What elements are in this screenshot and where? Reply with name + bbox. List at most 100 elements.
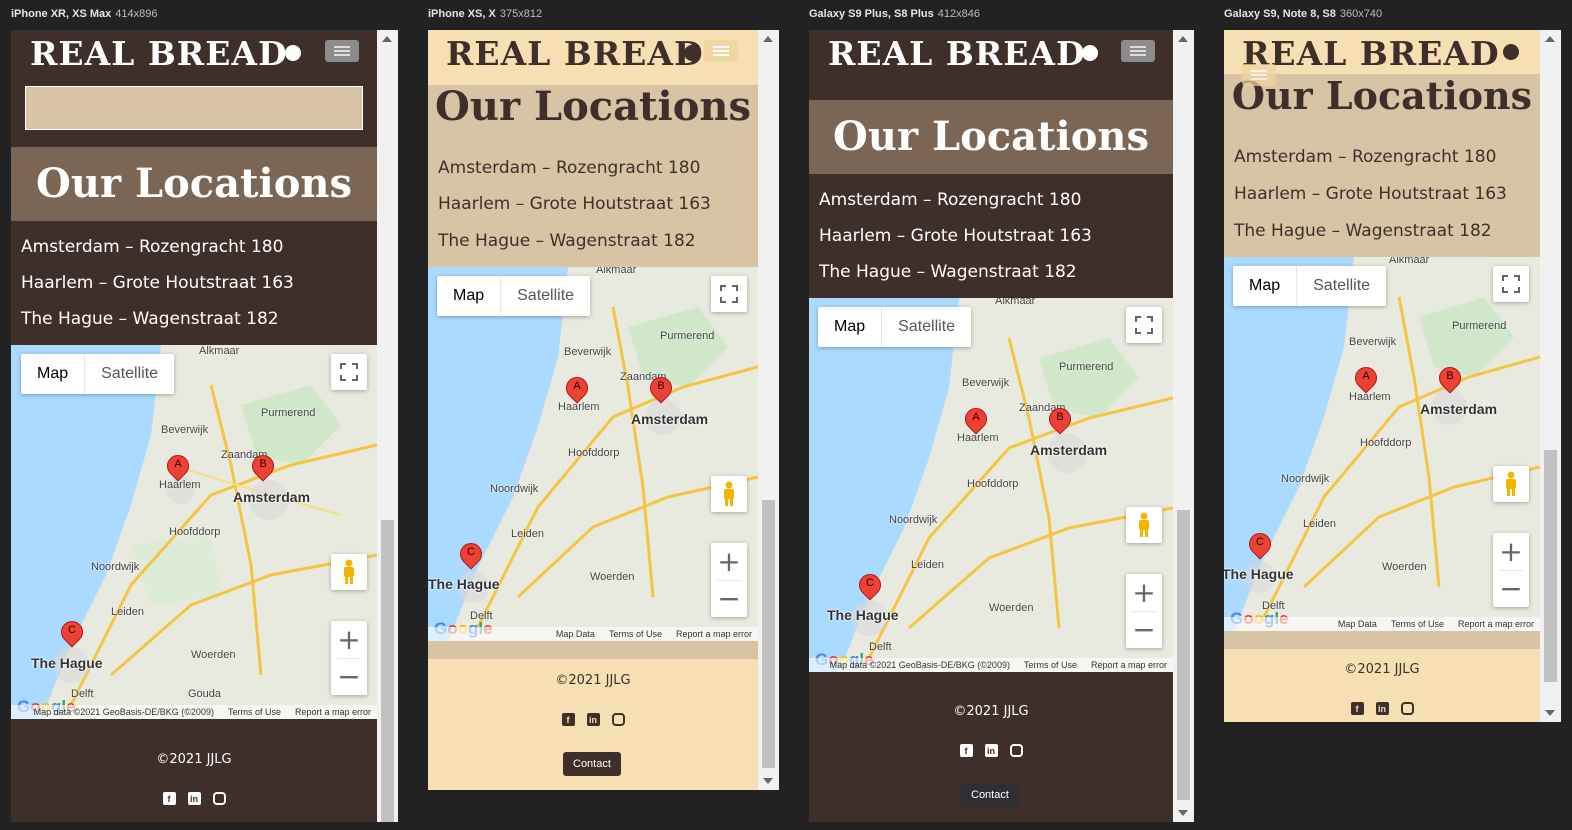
town-label: Purmerend: [1059, 361, 1114, 373]
locations-list: Amsterdam – Rozengracht 180 Haarlem – Gr…: [11, 221, 377, 345]
zoom-out-button[interactable]: −: [1126, 611, 1162, 648]
fullscreen-icon[interactable]: [1493, 266, 1529, 302]
google-map[interactable]: Alkmaar Purmerend Beverwijk Zaandam Amst…: [809, 298, 1173, 672]
town-label: Woerden: [1382, 561, 1427, 573]
terms-link[interactable]: Terms of Use: [228, 707, 281, 717]
scrollbar[interactable]: [758, 30, 779, 790]
theme-toggle-icon[interactable]: [1082, 45, 1098, 61]
zoom-control: + −: [1126, 574, 1162, 648]
map-marker-b[interactable]: B: [1044, 403, 1076, 440]
town-label: Leiden: [111, 606, 145, 618]
map-type-control: Map Satellite: [1233, 266, 1387, 306]
google-map[interactable]: Alkmaar Purmerend Beverwijk Zaandam Amst…: [428, 267, 758, 641]
google-map[interactable]: Alkmaar Purmerend Beverwijk Amsterdam Ha…: [1224, 257, 1540, 631]
location-item: The Hague – Wagenstraat 182: [1234, 221, 1492, 241]
locations-list: Amsterdam – Rozengracht 180 Haarlem – Gr…: [1224, 133, 1540, 257]
zoom-in-button[interactable]: +: [1126, 574, 1162, 611]
instagram-icon[interactable]: [1009, 744, 1023, 757]
contact-button[interactable]: Contact: [563, 752, 621, 776]
brand-logo[interactable]: REAL BREAD: [828, 34, 1086, 73]
map-marker-c[interactable]: C: [854, 569, 886, 606]
pegman-icon[interactable]: [1126, 507, 1162, 543]
town-label: Noordwijk: [1281, 473, 1330, 485]
report-error-link[interactable]: Report a map error: [295, 707, 371, 717]
map-marker-b[interactable]: B: [1434, 362, 1466, 399]
report-error-link[interactable]: Report a map error: [1458, 619, 1534, 629]
city-label: The Hague: [1224, 566, 1294, 582]
terms-link[interactable]: Terms of Use: [1391, 619, 1444, 629]
zoom-control: + −: [331, 621, 367, 695]
fullscreen-icon[interactable]: [331, 354, 367, 390]
linkedin-icon[interactable]: in: [1375, 702, 1389, 715]
pegman-icon[interactable]: [1493, 466, 1529, 502]
brand-logo[interactable]: REAL BREAD: [30, 34, 288, 73]
zoom-in-button[interactable]: +: [1493, 533, 1529, 570]
social-links: f in: [1224, 702, 1540, 715]
map-marker-c[interactable]: C: [455, 538, 487, 575]
instagram-icon[interactable]: [212, 792, 226, 805]
locations-heading: Our Locations: [833, 113, 1149, 160]
scrollbar[interactable]: [1540, 30, 1561, 722]
town-label: Hoofddorp: [1360, 437, 1412, 449]
report-error-link[interactable]: Report a map error: [676, 629, 752, 639]
map-tab-map[interactable]: Map: [21, 354, 86, 394]
map-tab-satellite[interactable]: Satellite: [882, 307, 971, 347]
linkedin-icon[interactable]: in: [586, 713, 600, 726]
facebook-icon[interactable]: f: [959, 744, 973, 757]
town-label: Alkmaar: [596, 267, 637, 276]
hamburger-menu-button[interactable]: [1121, 40, 1155, 62]
zoom-out-button[interactable]: −: [331, 658, 367, 695]
facebook-icon[interactable]: f: [1350, 702, 1364, 715]
fullscreen-icon[interactable]: [1126, 307, 1162, 343]
map-tab-satellite[interactable]: Satellite: [85, 354, 174, 394]
hamburger-menu-button[interactable]: [325, 40, 359, 62]
terms-link[interactable]: Terms of Use: [1024, 660, 1077, 670]
map-tab-satellite[interactable]: Satellite: [501, 276, 590, 316]
map-tab-map[interactable]: Map: [818, 307, 883, 347]
theme-toggle-icon[interactable]: [1503, 44, 1519, 60]
location-item: Haarlem – Grote Houtstraat 163: [21, 273, 294, 293]
map-marker-a[interactable]: A: [561, 372, 593, 409]
hamburger-menu-button[interactable]: [1242, 64, 1276, 86]
zoom-out-button[interactable]: −: [711, 580, 747, 617]
content-box: [1224, 631, 1540, 649]
zoom-in-button[interactable]: +: [711, 543, 747, 580]
facebook-icon[interactable]: f: [561, 713, 575, 726]
town-label: Leiden: [511, 528, 545, 540]
report-error-link[interactable]: Report a map error: [1091, 660, 1167, 670]
brand-logo[interactable]: REAL BREAD: [1242, 34, 1500, 73]
brand-logo[interactable]: REAL BREAD: [446, 34, 704, 73]
hamburger-menu-button[interactable]: [704, 40, 738, 62]
linkedin-icon[interactable]: in: [187, 792, 201, 805]
map-tab-satellite[interactable]: Satellite: [1297, 266, 1386, 306]
map-tab-map[interactable]: Map: [437, 276, 502, 316]
map-marker-a[interactable]: A: [1350, 362, 1382, 399]
device-frame-iphone-xr: REAL BREAD Our Locations Amsterdam – Roz…: [11, 30, 398, 822]
map-marker-c[interactable]: C: [1244, 528, 1276, 565]
fullscreen-icon[interactable]: [711, 276, 747, 312]
theme-toggle-icon[interactable]: [684, 45, 700, 61]
page-viewport: REAL BREAD Our Locations Amsterdam – Roz…: [809, 30, 1173, 822]
zoom-out-button[interactable]: −: [1493, 570, 1529, 607]
zoom-in-button[interactable]: +: [331, 621, 367, 658]
scrollbar[interactable]: [1173, 30, 1194, 822]
instagram-icon[interactable]: [1400, 702, 1414, 715]
linkedin-icon[interactable]: in: [984, 744, 998, 757]
terms-link[interactable]: Terms of Use: [609, 629, 662, 639]
map-marker-b[interactable]: B: [247, 450, 279, 487]
instagram-icon[interactable]: [611, 713, 625, 726]
map-marker-a[interactable]: A: [960, 403, 992, 440]
scrollbar[interactable]: [377, 30, 398, 822]
facebook-icon[interactable]: f: [162, 792, 176, 805]
map-attribution: Map data ©2021 GeoBasis-DE/BKG (©2009) T…: [11, 705, 377, 719]
site-header: REAL BREAD: [11, 30, 377, 80]
map-tab-map[interactable]: Map: [1233, 266, 1298, 306]
map-marker-c[interactable]: C: [56, 616, 88, 653]
contact-button[interactable]: Contact: [961, 783, 1019, 807]
pegman-icon[interactable]: [711, 476, 747, 512]
map-marker-a[interactable]: A: [162, 450, 194, 487]
google-map[interactable]: Alkmaar Purmerend Beverwijk Zaandam Amst…: [11, 345, 377, 719]
map-marker-b[interactable]: B: [645, 372, 677, 409]
pegman-icon[interactable]: [331, 554, 367, 590]
theme-toggle-icon[interactable]: [285, 45, 301, 61]
